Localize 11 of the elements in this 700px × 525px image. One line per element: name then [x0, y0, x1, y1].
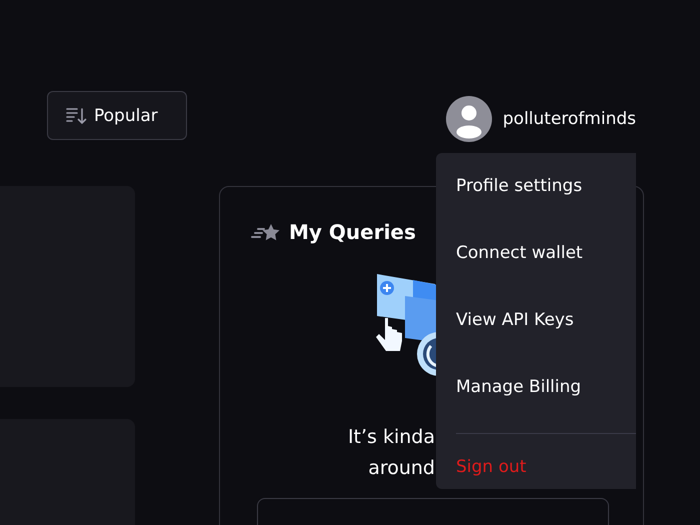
menu-item[interactable]: View API Keys	[436, 307, 636, 374]
username[interactable]: polluterofminds	[502, 109, 636, 129]
empty-message: around	[368, 456, 435, 481]
sort-icon	[66, 106, 88, 124]
card-title: My Queries	[289, 220, 416, 244]
star-icon	[251, 223, 281, 241]
sort-button[interactable]: Popular	[47, 91, 187, 140]
avatar-icon[interactable]	[446, 96, 492, 142]
empty-message: It’s kinda	[348, 425, 435, 450]
menu-item[interactable]: Connect wallet	[436, 240, 636, 307]
menu-item[interactable]: Profile settings	[436, 173, 636, 240]
